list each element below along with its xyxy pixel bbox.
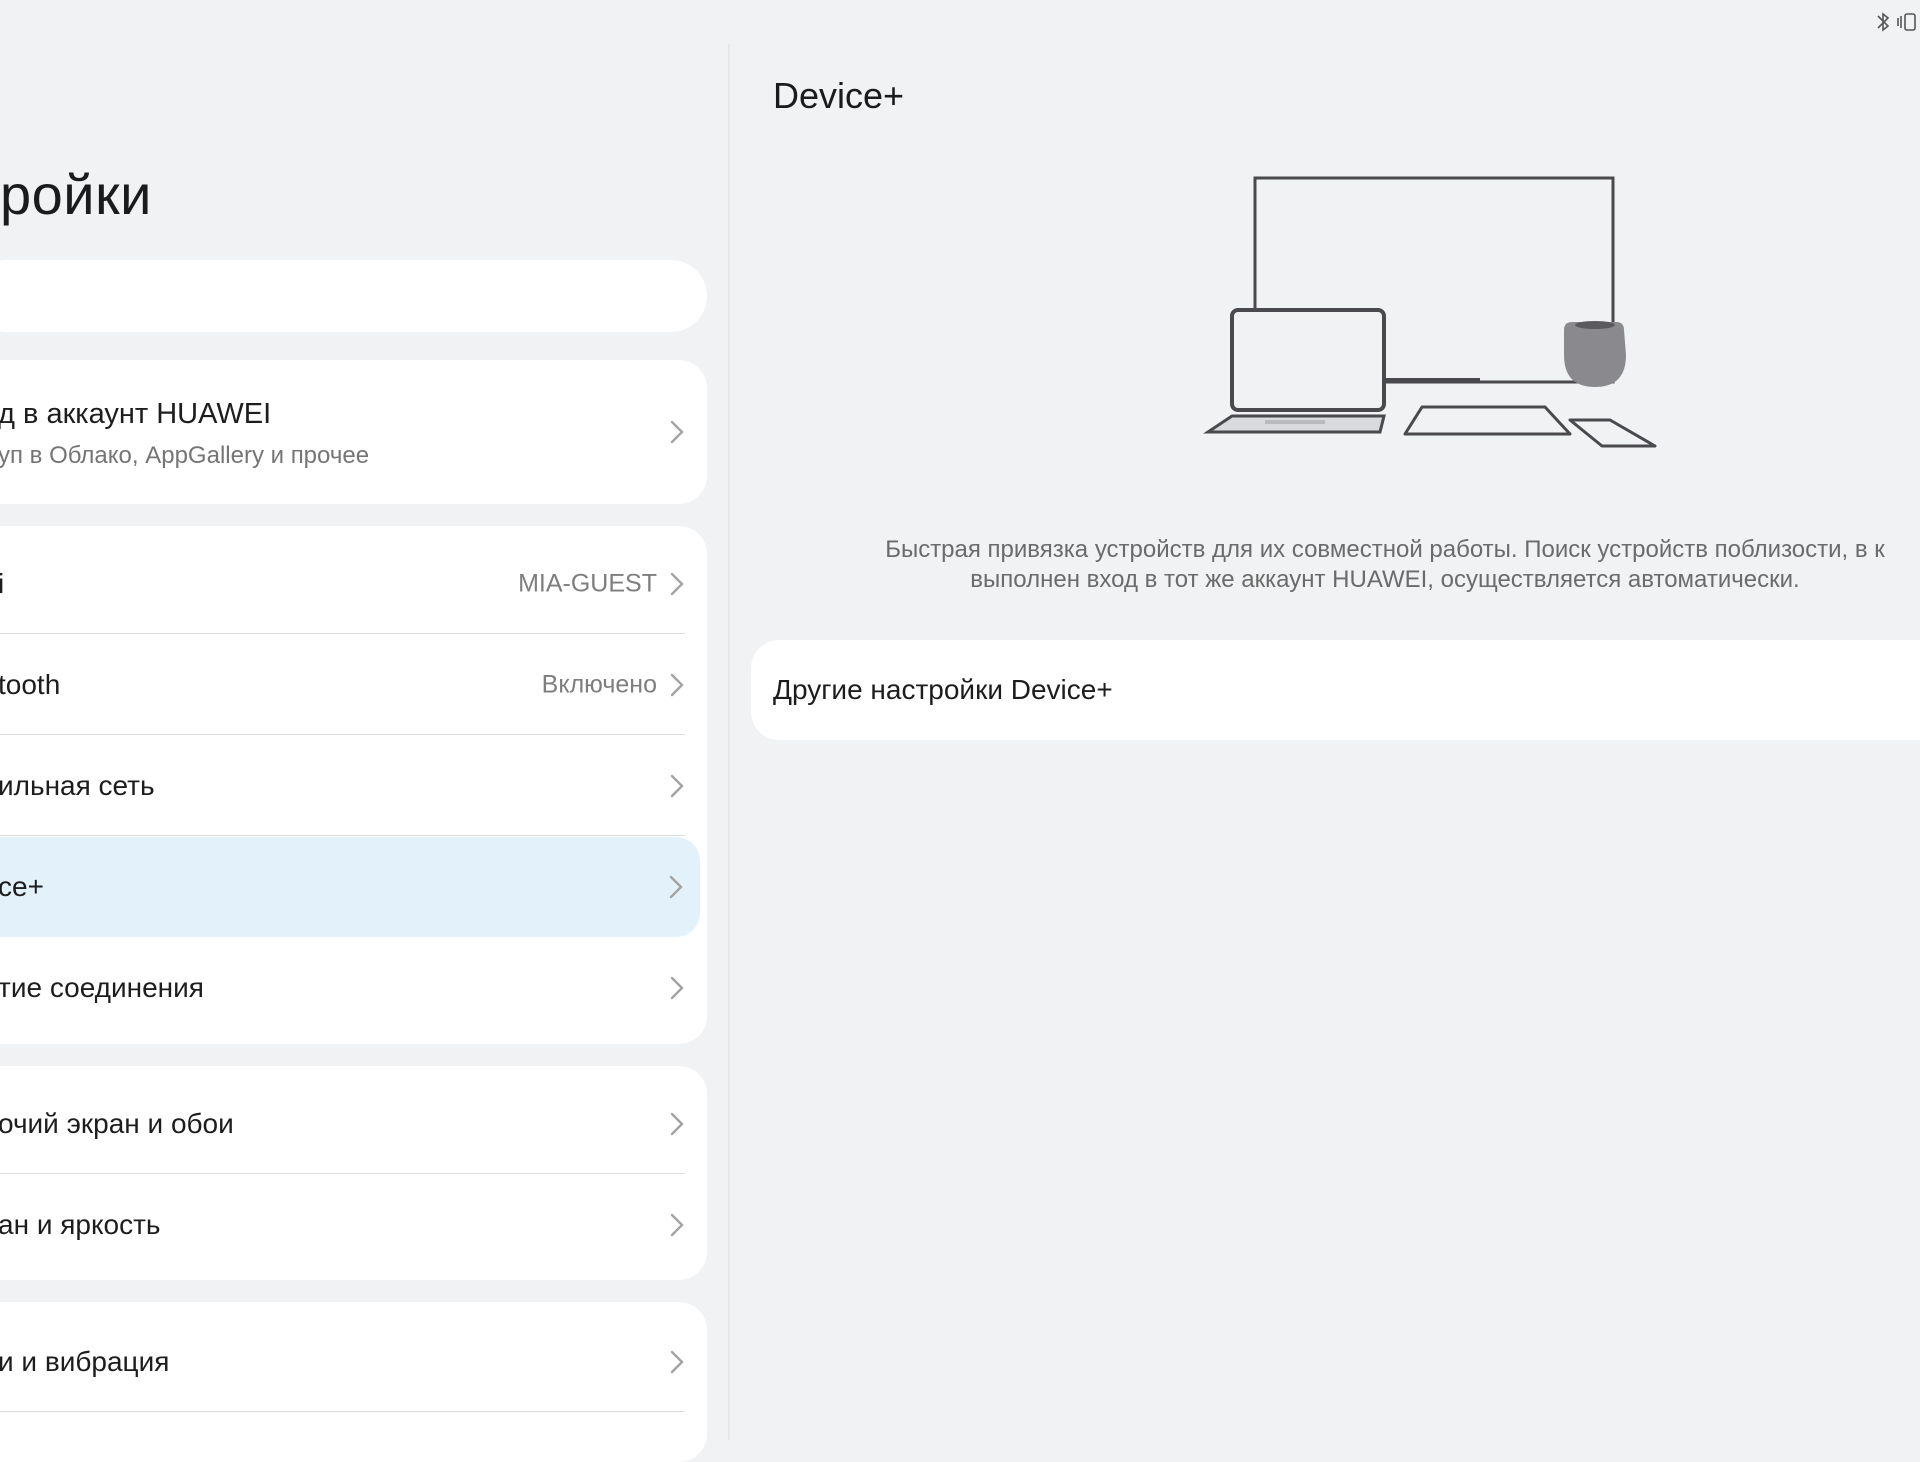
chevron-right-icon [670,420,684,444]
description-line-1: Быстрая привязка устройств для их совмес… [885,536,1885,563]
device-plus-detail-pane: Device+ Быстрая привязка устройств для и… [730,0,1920,1440]
sidebar-item-label: ce+ [0,871,44,902]
sidebar-item-display-brightness[interactable]: ан и яркость [0,1175,707,1275]
devices-illustration [1203,176,1657,448]
sidebar-item-more-connections[interactable]: тие соединения [0,938,707,1038]
chevron-right-icon [669,875,683,899]
display-card: очий экран и обои ан и яркость [0,1066,707,1280]
device-plus-description: Быстрая привязка устройств для их совмес… [770,535,1920,595]
sidebar-item-label: и и вибрация [0,1346,170,1377]
sidebar-item-label: ан и яркость [0,1209,161,1240]
chevron-right-icon [670,572,684,596]
sound-card: и и вибрация [0,1302,707,1462]
chevron-right-icon [670,1213,684,1237]
sidebar-item-mobile-network[interactable]: ильная сеть [0,736,707,836]
chevron-right-icon [670,1112,684,1136]
chevron-right-icon [670,976,684,1000]
sidebar-item-label: ильная сеть [0,770,155,801]
sidebar-item-label: очий экран и обои [0,1108,234,1139]
detail-title: Device+ [773,75,905,116]
sidebar-item-sounds-vibration[interactable]: и и вибрация [0,1312,707,1412]
chevron-right-icon [670,774,684,798]
tablet-icon [1403,405,1572,436]
sidebar-item-home-screen-wallpaper[interactable]: очий экран и обои [0,1074,707,1174]
more-device-plus-settings[interactable]: Другие настройки Device+ [751,640,1920,740]
sidebar-item-label: tooth [0,669,61,700]
account-card[interactable]: д в аккаунт HUAWEI уп в Облако, AppGalle… [0,360,707,504]
sidebar-item-device-plus[interactable]: ce+ [0,837,700,937]
sidebar-item-wifi[interactable]: i MIA-GUEST [0,534,707,634]
description-line-2: выполнен вход в тот же аккаунт HUAWEI, о… [970,566,1800,593]
account-subtitle: уп в Облако, AppGallery и прочее [0,442,370,469]
sidebar-item-label: i [0,568,5,599]
chevron-right-icon [670,673,684,697]
chevron-right-icon [670,1350,684,1374]
sidebar-item-bluetooth[interactable]: tooth Включено [0,635,707,735]
laptop-icon [1203,308,1386,434]
more-settings-label: Другие настройки Device+ [773,674,1113,705]
settings-list-pane: ройки д в аккаунт HUAWEI уп в Облако, Ap… [0,0,728,1462]
account-title: д в аккаунт HUAWEI [0,398,272,430]
bluetooth-status-value: Включено [541,670,657,699]
sidebar-item-label: тие соединения [0,972,204,1003]
search-bar[interactable] [0,260,707,332]
page-title: ройки [0,163,152,226]
wifi-network-value: MIA-GUEST [518,569,657,598]
speaker-icon [1564,321,1626,387]
phone-icon [1568,418,1657,448]
network-card: i MIA-GUEST tooth Включено ильная сеть c… [0,526,707,1044]
